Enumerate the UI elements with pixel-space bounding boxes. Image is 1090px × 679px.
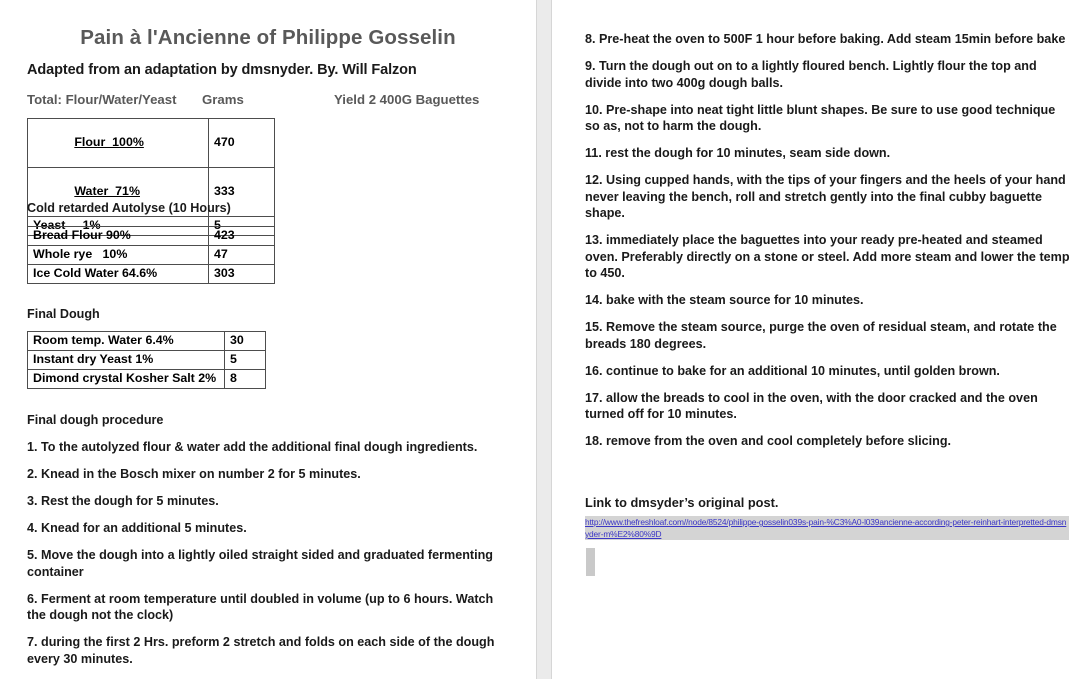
- procedure-step: 10. Pre-shape into neat tight little blu…: [585, 102, 1056, 134]
- table-row: Dimond crystal Kosher Salt 2% 8: [27, 369, 266, 389]
- procedure-step: 15. Remove the steam source, purge the o…: [585, 320, 1057, 351]
- procedure-steps-right: 8. Pre-heat the oven to 500F 1 hour befo…: [585, 31, 1071, 460]
- table-row: Bread Flour 90% 423: [27, 226, 275, 246]
- original-post-link[interactable]: http://www.thefreshloaf.com//node/8524/p…: [585, 516, 1069, 540]
- procedure-step: 3. Rest the dough for 5 minutes.: [27, 494, 219, 508]
- ingredient-name-text: Flour 100%: [74, 135, 144, 149]
- procedure-step: 6. Ferment at room temperature until dou…: [27, 591, 494, 623]
- procedure-step: 7. during the first 2 Hrs. preform 2 str…: [27, 635, 495, 666]
- ingredient-grams: 470: [208, 118, 275, 168]
- totals-header-label: Total: Flour/Water/Yeast: [27, 92, 177, 107]
- totals-table: Flour 100% 470 Water 71% 333 Yeast 1% 5: [27, 118, 275, 236]
- ingredient-name: Instant dry Yeast 1%: [27, 350, 225, 370]
- ingredient-name-text: Water 71%: [74, 184, 140, 198]
- left-column: Pain à l'Ancienne of Philippe Gosselin A…: [0, 0, 536, 679]
- document-page: Pain à l'Ancienne of Philippe Gosselin A…: [0, 0, 1090, 679]
- procedure-step: 4. Knead for an additional 5 minutes.: [27, 521, 247, 535]
- table-row: Instant dry Yeast 1% 5: [27, 350, 266, 370]
- ingredient-name: Flour 100%: [27, 118, 209, 168]
- link-section-heading: Link to dmsyder’s original post.: [585, 495, 779, 510]
- ingredient-grams: 47: [208, 245, 275, 265]
- table-row: Ice Cold Water 64.6% 303: [27, 264, 275, 284]
- procedure-step: 1. To the autolyzed flour & water add th…: [27, 440, 478, 454]
- procedure-step: 11. rest the dough for 10 minutes, seam …: [585, 146, 891, 160]
- column-divider: [536, 0, 552, 679]
- final-dough-table: Room temp. Water 6.4% 30 Instant dry Yea…: [27, 331, 266, 389]
- totals-header-grams: Grams: [202, 92, 244, 107]
- autolyse-heading: Cold retarded Autolyse (10 Hours): [27, 201, 231, 215]
- right-column: 8. Pre-heat the oven to 500F 1 hour befo…: [552, 0, 1090, 679]
- procedure-steps-left: 1. To the autolyzed flour & water add th…: [27, 439, 505, 678]
- table-row: Room temp. Water 6.4% 30: [27, 331, 266, 351]
- procedure-step: 16. continue to bake for an additional 1…: [585, 363, 1000, 378]
- page-title: Pain à l'Ancienne of Philippe Gosselin: [80, 26, 456, 49]
- procedure-step: 18. remove from the oven and cool comple…: [585, 434, 952, 448]
- ingredient-grams: 8: [224, 369, 266, 389]
- ingredient-grams: 423: [208, 226, 275, 246]
- selection-artifact: [586, 548, 595, 576]
- ingredient-grams: 303: [208, 264, 275, 284]
- procedure-step: 9. Turn the dough out on to a lightly fl…: [585, 59, 1037, 90]
- ingredient-name: Whole rye 10%: [27, 245, 209, 265]
- table-row: Whole rye 10% 47: [27, 245, 275, 265]
- ingredient-name: Bread Flour 90%: [27, 226, 209, 246]
- procedure-step: 13. immediately place the baguettes into…: [585, 233, 1070, 280]
- ingredient-name: Dimond crystal Kosher Salt 2%: [27, 369, 225, 389]
- autolyse-table: Bread Flour 90% 423 Whole rye 10% 47 Ice…: [27, 226, 275, 284]
- procedure-step: 5. Move the dough into a lightly oiled s…: [27, 548, 493, 579]
- totals-header-yield: Yield 2 400G Baguettes: [334, 92, 480, 107]
- procedure-step: 14. bake with the steam source for 10 mi…: [585, 293, 864, 307]
- procedure-step: 12. Using cupped hands, with the tips of…: [585, 173, 1066, 220]
- procedure-step: 8. Pre-heat the oven to 500F 1 hour befo…: [585, 32, 1066, 46]
- ingredient-name: Room temp. Water 6.4%: [27, 331, 225, 351]
- procedure-heading: Final dough procedure: [27, 413, 164, 427]
- ingredient-name: Ice Cold Water 64.6%: [27, 264, 209, 284]
- procedure-step: 2. Knead in the Bosch mixer on number 2 …: [27, 467, 361, 481]
- ingredient-grams: 5: [224, 350, 266, 370]
- final-dough-heading: Final Dough: [27, 307, 100, 321]
- document-subtitle: Adapted from an adaptation by dmsnyder. …: [27, 62, 417, 78]
- ingredient-grams: 30: [224, 331, 266, 351]
- table-row: Flour 100% 470: [27, 118, 275, 168]
- procedure-step: 17. allow the breads to cool in the oven…: [585, 390, 1038, 422]
